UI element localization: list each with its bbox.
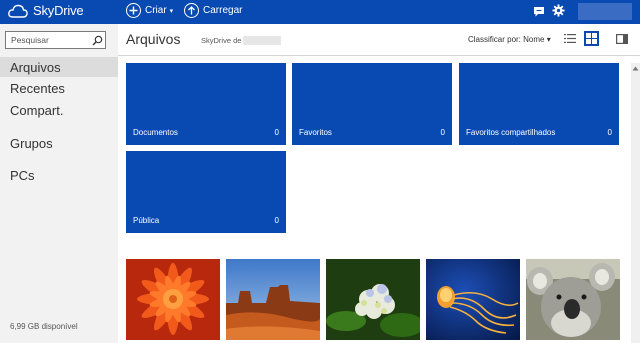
folder-count: 0 [440,128,445,137]
create-button[interactable]: Criar ▾ [126,3,173,18]
sidebar-item-label: PCs [10,167,35,183]
main-content: Arquivos SkyDrive de Classificar por: No… [118,24,640,343]
gear-icon[interactable] [552,4,565,22]
list-view-icon [563,34,576,43]
folder-tile[interactable]: Documentos 0 [126,63,286,145]
user-account[interactable] [578,3,632,20]
chevron-down-icon: ▾ [169,7,174,15]
search-box[interactable]: Pesquisar [5,31,106,49]
app-name: SkyDrive [33,3,84,18]
jellyfish-photo[interactable] [426,259,520,340]
breadcrumb[interactable]: SkyDrive de [201,36,282,45]
sort-label: Classificar por: Nome [468,35,545,44]
header-divider [118,55,640,56]
create-label: Criar [145,5,167,16]
skydrive-logo-icon [8,4,28,18]
storage-available: 6,99 GB disponível [10,322,78,331]
chat-icon[interactable] [533,5,545,23]
search-icon[interactable] [89,32,105,48]
upload-label: Carregar [203,5,243,16]
redacted-username [243,36,282,45]
folder-tile[interactable]: Favoritos compartilhados 0 [459,63,619,145]
folder-count: 0 [274,128,279,137]
tiles-view-button[interactable] [584,31,599,46]
desert-photo[interactable] [226,259,320,340]
page-title: Arquivos [126,31,181,47]
plus-icon [126,3,141,18]
folder-name: Favoritos compartilhados [466,128,556,137]
details-pane-button[interactable] [614,31,629,46]
list-view-button[interactable] [562,31,577,46]
sidebar: Pesquisar Arquivos Recentes Compart. Gru… [0,24,118,343]
sidebar-item-recentes[interactable]: Recentes [0,78,118,98]
hydrangeas-photo[interactable] [326,259,420,340]
folder-tile[interactable]: Favoritos 0 [292,63,452,145]
sidebar-item-compartilhados[interactable]: Compart. [0,100,118,120]
sidebar-item-label: Arquivos [10,59,61,75]
sidebar-item-grupos[interactable]: Grupos [0,133,118,153]
folder-name: Pública [133,216,160,225]
folder-count: 0 [607,128,612,137]
chevron-down-icon: ▾ [546,35,551,44]
vertical-scrollbar[interactable] [631,63,640,343]
upload-button[interactable]: Carregar [184,3,242,18]
sidebar-item-label: Recentes [10,80,65,96]
upload-icon [184,3,199,18]
folder-name: Documentos [133,128,178,137]
sidebar-item-label: Compart. [10,102,64,118]
koala-photo[interactable] [526,259,620,340]
breadcrumb-label: SkyDrive de [201,36,242,45]
top-bar: SkyDrive Criar ▾ Carregar [0,0,640,24]
folder-tile[interactable]: Pública 0 [126,151,286,233]
details-pane-icon [615,33,628,44]
folder-count: 0 [274,216,279,225]
sort-dropdown[interactable]: Classificar por: Nome ▾ [468,35,551,44]
search-input[interactable]: Pesquisar [6,35,89,45]
skydrive-logo[interactable]: SkyDrive [8,3,84,18]
sidebar-item-pcs[interactable]: PCs [0,165,118,185]
folder-name: Favoritos [299,128,332,137]
sidebar-item-arquivos[interactable]: Arquivos [0,57,118,77]
sidebar-item-label: Grupos [10,135,53,151]
scroll-up-arrow-icon[interactable] [632,65,639,72]
tiles-view-icon [586,33,597,44]
chrysanthemum-photo[interactable] [126,259,220,340]
